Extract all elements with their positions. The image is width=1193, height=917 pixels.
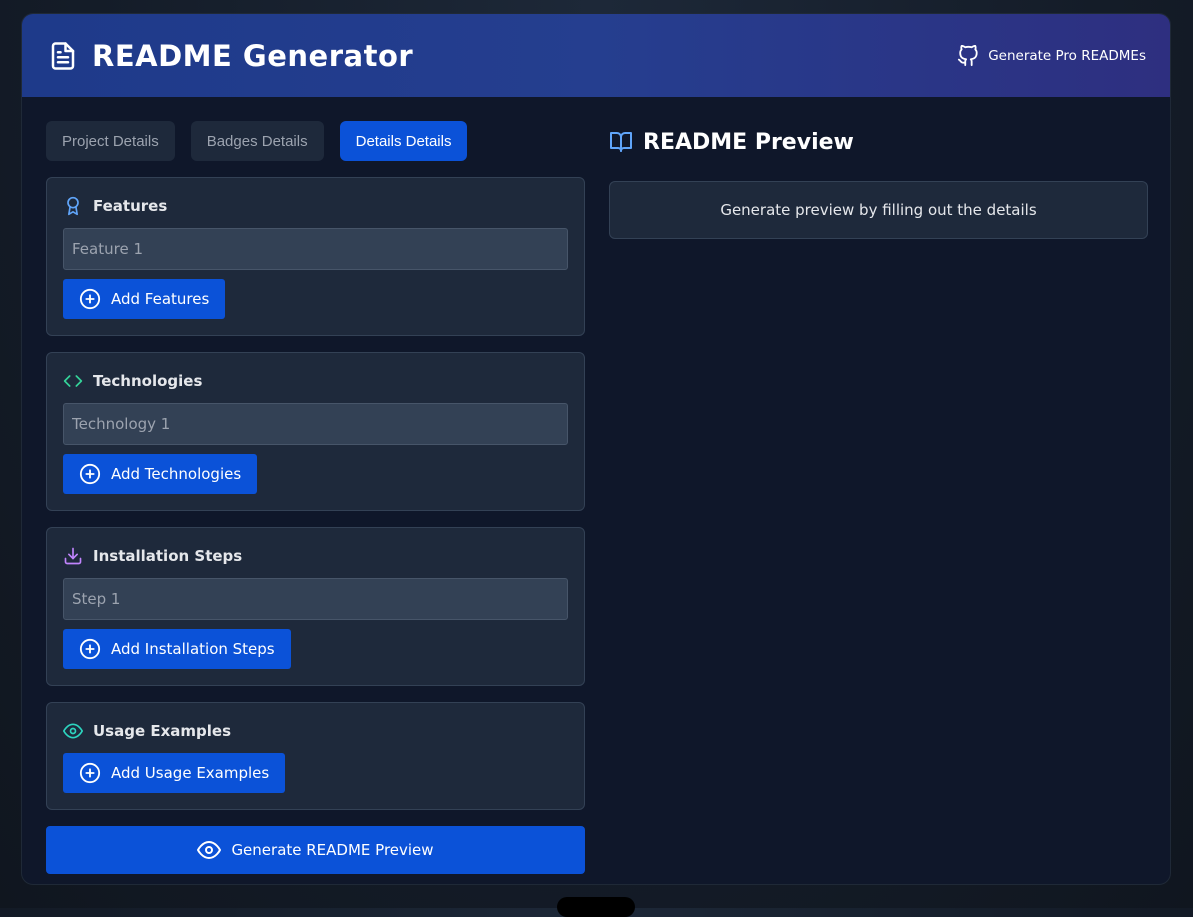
generate-readme-preview-button[interactable]: Generate README Preview: [46, 826, 585, 874]
preview-title: README Preview: [643, 129, 854, 155]
add-installation-steps-button[interactable]: Add Installation Steps: [63, 629, 291, 669]
features-title: Features: [93, 197, 168, 215]
header: README Generator Generate Pro READMEs: [22, 14, 1170, 97]
app-window: README Generator Generate Pro READMEs Pr…: [21, 13, 1171, 885]
award-icon: [63, 196, 83, 216]
download-icon: [63, 546, 83, 566]
generate-readme-preview-label: Generate README Preview: [231, 841, 434, 859]
plus-circle-icon: [79, 638, 101, 660]
add-features-button[interactable]: Add Features: [63, 279, 226, 319]
plus-circle-icon: [79, 288, 101, 310]
preview-header: README Preview: [609, 121, 1148, 163]
usage-header: Usage Examples: [63, 719, 568, 743]
brand: README Generator: [48, 39, 413, 73]
plus-circle-icon: [79, 762, 101, 784]
usage-title: Usage Examples: [93, 722, 232, 740]
tab-project-details[interactable]: Project Details: [46, 121, 175, 161]
tab-bar: Project Details Badges Details Details D…: [46, 121, 585, 161]
usage-section: Usage Examples Add Usage Examples: [46, 702, 585, 810]
tab-details-details[interactable]: Details Details: [339, 121, 468, 161]
github-icon: [957, 44, 979, 67]
technologies-title: Technologies: [93, 372, 203, 390]
add-usage-examples-button[interactable]: Add Usage Examples: [63, 753, 286, 793]
preview-panel: README Preview Generate preview by filli…: [609, 121, 1148, 239]
installation-header: Installation Steps: [63, 544, 568, 568]
add-technologies-button[interactable]: Add Technologies: [63, 454, 258, 494]
generate-pro-link[interactable]: Generate Pro READMEs: [957, 44, 1146, 67]
technologies-header: Technologies: [63, 369, 568, 393]
add-technologies-label: Add Technologies: [111, 465, 242, 483]
features-header: Features: [63, 194, 568, 218]
features-section: Features Add Features: [46, 177, 585, 336]
preview-empty-state: Generate preview by filling out the deta…: [609, 181, 1148, 239]
technologies-section: Technologies Add Technologies: [46, 352, 585, 511]
bottom-floating-tab[interactable]: [557, 897, 635, 917]
app-title: README Generator: [92, 38, 414, 73]
file-text-icon: [48, 41, 78, 71]
code-icon: [63, 371, 83, 391]
add-installation-steps-label: Add Installation Steps: [111, 640, 275, 658]
tab-badges-details[interactable]: Badges Details: [190, 121, 324, 161]
technology-input[interactable]: [63, 403, 568, 445]
step-input[interactable]: [63, 578, 568, 620]
installation-title: Installation Steps: [93, 547, 243, 565]
generate-pro-label: Generate Pro READMEs: [988, 47, 1146, 64]
book-open-icon: [609, 130, 633, 154]
feature-input[interactable]: [63, 228, 568, 270]
form-panel: Project Details Badges Details Details D…: [46, 121, 585, 874]
eye-icon: [63, 721, 83, 741]
plus-circle-icon: [79, 463, 101, 485]
add-usage-examples-label: Add Usage Examples: [111, 764, 270, 782]
eye-icon: [197, 838, 222, 862]
installation-section: Installation Steps Add Installation Step…: [46, 527, 585, 686]
add-features-label: Add Features: [111, 290, 210, 308]
